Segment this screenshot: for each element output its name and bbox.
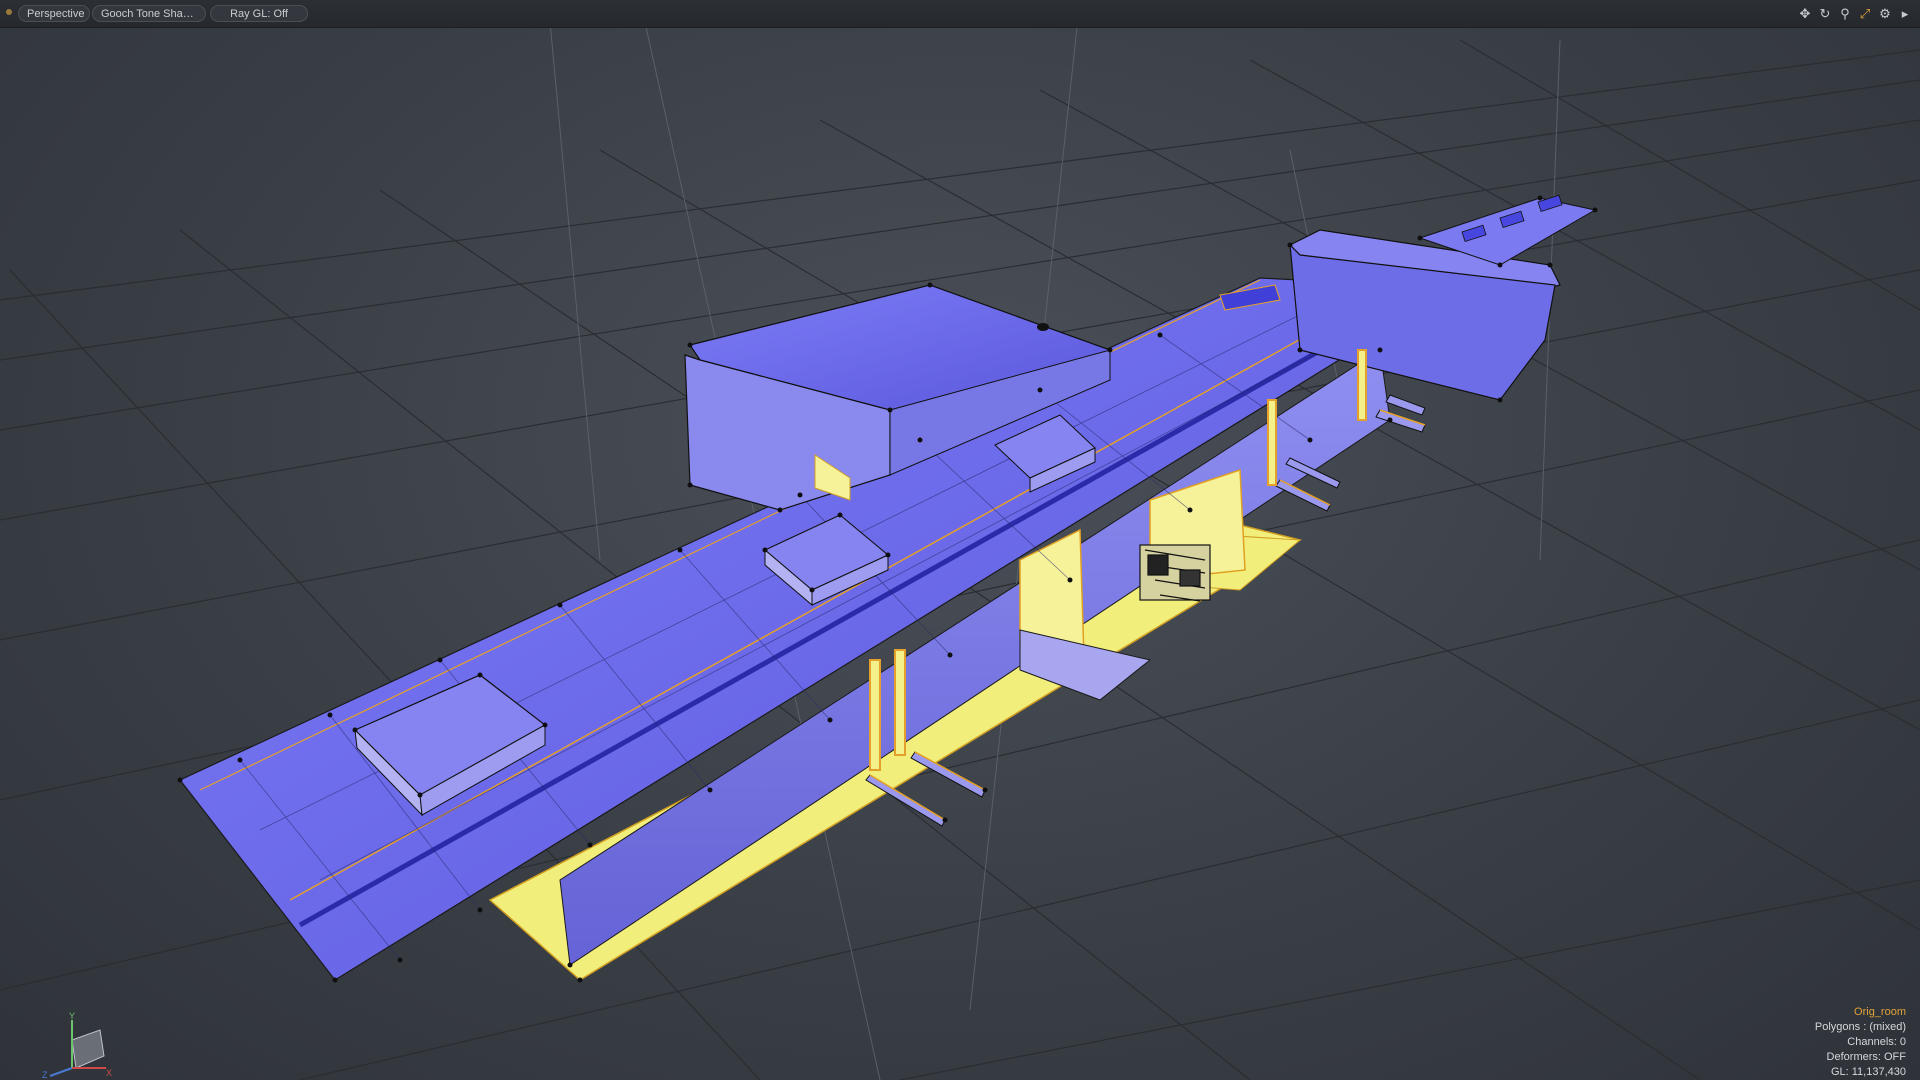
axis-label-z: Z	[42, 1070, 48, 1080]
furniture-cluster	[1139, 544, 1211, 602]
move-view-icon[interactable]: ✥	[1796, 5, 1814, 23]
shading-mode-button[interactable]: Gooch Tone Shadin...	[92, 5, 206, 22]
expand-arrow-icon[interactable]: ▸	[1896, 5, 1914, 23]
axis-label-x: X	[106, 1068, 112, 1078]
zoom-view-icon[interactable]: ⚲	[1836, 5, 1854, 23]
polygons-info: Polygons : (mixed)	[1814, 1021, 1906, 1033]
scene-canvas[interactable]	[0, 0, 1920, 1080]
rotate-view-icon[interactable]: ↻	[1816, 5, 1834, 23]
axis-label-y: Y	[69, 1011, 75, 1021]
channels-info: Channels: 0	[1847, 1036, 1906, 1048]
selected-item-name: Orig_room	[1854, 1006, 1906, 1018]
settings-icon[interactable]: ⚙	[1876, 5, 1894, 23]
ray-gl-button[interactable]: Ray GL: Off	[210, 5, 308, 22]
viewport-menu-dot[interactable]	[6, 9, 12, 15]
fit-view-icon[interactable]: ⤢	[1856, 5, 1874, 23]
gl-info: GL: 11,137,430	[1830, 1066, 1906, 1078]
info-overlay: Orig_room Polygons : (mixed) Channels: 0…	[1686, 1005, 1906, 1080]
viewport-header: Perspective Gooch Tone Shadin... Ray GL:…	[0, 0, 1920, 28]
3d-viewport[interactable]: Perspective Gooch Tone Shadin... Ray GL:…	[0, 0, 1920, 1080]
view-mode-button[interactable]: Perspective	[18, 5, 90, 22]
deformers-info: Deformers: OFF	[1826, 1051, 1906, 1063]
axis-gizmo: Y X Z	[42, 1011, 112, 1080]
